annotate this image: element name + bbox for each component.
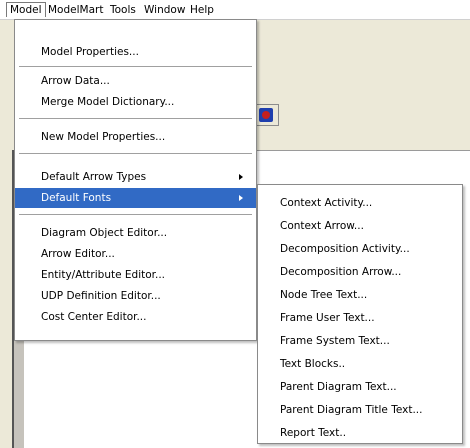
- submenu-item-context-activity[interactable]: Context Activity...: [258, 193, 462, 213]
- submenu-arrow-icon: [239, 195, 243, 201]
- menu-tools[interactable]: Tools: [107, 3, 139, 18]
- submenu-item-parent-diagram-title-text[interactable]: Parent Diagram Title Text...: [258, 400, 462, 420]
- submenu-item-context-arrow[interactable]: Context Arrow...: [258, 216, 462, 236]
- menu-separator: [19, 66, 252, 67]
- menu-model[interactable]: Model: [6, 2, 46, 17]
- menu-item-model-properties[interactable]: Model Properties...: [15, 42, 256, 62]
- submenu-item-frame-user-text[interactable]: Frame User Text...: [258, 308, 462, 328]
- submenu-arrow-icon: [239, 174, 243, 180]
- model-menu: Model Properties... Arrow Data... Merge …: [14, 19, 257, 341]
- menu-item-arrow-editor[interactable]: Arrow Editor...: [15, 244, 256, 264]
- submenu-item-frame-system-text[interactable]: Frame System Text...: [258, 331, 462, 351]
- submenu-item-decomposition-arrow[interactable]: Decomposition Arrow...: [258, 262, 462, 282]
- menu-item-arrow-data[interactable]: Arrow Data...: [15, 71, 256, 91]
- menu-separator: [19, 118, 252, 119]
- menu-help[interactable]: Help: [187, 3, 217, 18]
- menu-item-new-model-properties[interactable]: New Model Properties...: [15, 127, 256, 147]
- menu-separator: [19, 153, 252, 154]
- menu-item-merge-model-dictionary[interactable]: Merge Model Dictionary...: [15, 92, 256, 112]
- submenu-item-text-blocks[interactable]: Text Blocks..: [258, 354, 462, 374]
- default-fonts-submenu: Context Activity... Context Arrow... Dec…: [257, 184, 463, 444]
- menu-item-udp-definition-editor[interactable]: UDP Definition Editor...: [15, 286, 256, 306]
- menu-item-cost-center-editor[interactable]: Cost Center Editor...: [15, 307, 256, 327]
- menu-item-default-arrow-types[interactable]: Default Arrow Types: [15, 167, 256, 187]
- menu-window[interactable]: Window: [141, 3, 188, 18]
- menu-item-entity-attribute-editor[interactable]: Entity/Attribute Editor...: [15, 265, 256, 285]
- submenu-item-node-tree-text[interactable]: Node Tree Text...: [258, 285, 462, 305]
- submenu-item-parent-diagram-text[interactable]: Parent Diagram Text...: [258, 377, 462, 397]
- toolbar-tool-icon: [259, 108, 273, 122]
- menu-modelmart[interactable]: ModelMart: [45, 3, 106, 18]
- submenu-item-decomposition-activity[interactable]: Decomposition Activity...: [258, 239, 462, 259]
- menu-item-diagram-object-editor[interactable]: Diagram Object Editor...: [15, 223, 256, 243]
- menu-item-default-fonts[interactable]: Default Fonts: [15, 188, 256, 208]
- menu-bar: Model ModelMart Tools Window Help: [0, 0, 470, 20]
- submenu-item-report-text[interactable]: Report Text..: [258, 423, 462, 443]
- menu-separator: [19, 214, 252, 215]
